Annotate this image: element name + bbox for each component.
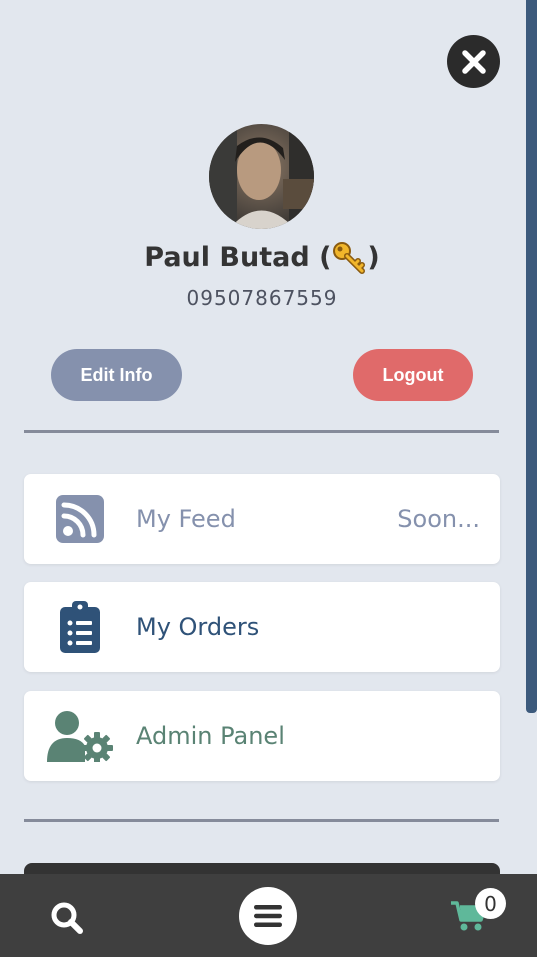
- profile-phone: 09507867559: [186, 286, 338, 310]
- divider: [24, 819, 499, 822]
- profile-name: Paul Butad ( ): [0, 240, 524, 274]
- rss-icon: [56, 495, 104, 543]
- bottom-nav: 0: [0, 874, 537, 957]
- coming-soon-badge: Soon...: [397, 505, 480, 533]
- scrollbar[interactable]: [526, 0, 537, 713]
- key-icon: [331, 240, 367, 274]
- avatar: [209, 124, 314, 229]
- user-cog-icon: [47, 711, 113, 762]
- menu-item-my-feed[interactable]: My Feed Soon...: [24, 474, 500, 564]
- menu-button[interactable]: [239, 887, 297, 945]
- profile-name-text: Paul Butad (: [144, 241, 332, 273]
- menu-item-label: Admin Panel: [136, 722, 285, 750]
- menu-item-my-orders[interactable]: My Orders: [24, 582, 500, 672]
- edit-info-button[interactable]: Edit Info: [51, 349, 182, 401]
- menu-item-admin-panel[interactable]: Admin Panel: [24, 691, 500, 781]
- search-icon: [51, 902, 83, 934]
- profile-name-suffix: ): [367, 241, 380, 273]
- close-icon: [461, 49, 486, 74]
- divider: [24, 430, 499, 433]
- menu-icon: [254, 905, 282, 927]
- clipboard-list-icon: [60, 601, 100, 653]
- menu-item-label: My Feed: [136, 505, 236, 533]
- menu-item-label: My Orders: [136, 613, 260, 641]
- search-button[interactable]: [50, 901, 84, 939]
- logout-button[interactable]: Logout: [353, 349, 473, 401]
- cart-count-badge: 0: [475, 888, 506, 919]
- close-button[interactable]: [447, 35, 500, 88]
